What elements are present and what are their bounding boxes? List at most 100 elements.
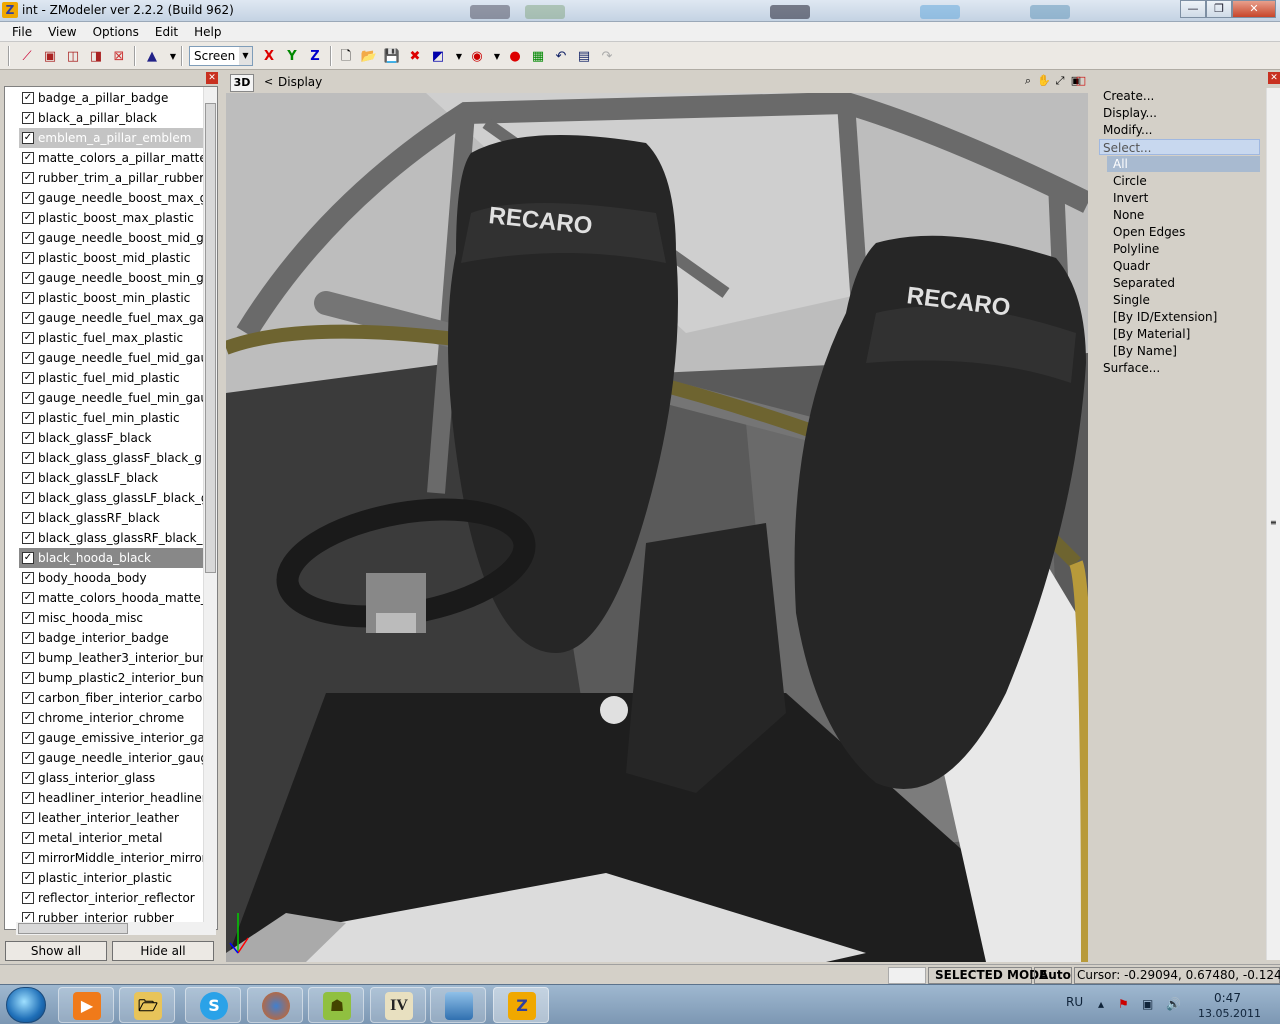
scrollbar-thumb[interactable] <box>205 103 216 573</box>
axis-x-toggle[interactable]: X <box>260 48 278 65</box>
axis-y-toggle[interactable]: Y <box>283 48 301 65</box>
pivot-icon[interactable]: ▲ <box>143 48 161 65</box>
object-row[interactable]: ✓ emblem_a_pillar_emblem <box>19 128 203 148</box>
visibility-checkbox[interactable]: ✓ <box>22 312 34 324</box>
select-option[interactable]: Open Edges <box>1113 224 1185 240</box>
taskbar-app[interactable]: IV <box>370 987 426 1023</box>
visibility-checkbox[interactable]: ✓ <box>22 272 34 284</box>
object-row[interactable]: ✓ gauge_needle_fuel_mid_gauge <box>19 348 203 368</box>
texture-icon[interactable]: ▦ <box>529 48 547 65</box>
taskbar-app[interactable]: S <box>185 987 241 1023</box>
action-center-icon[interactable]: ⚑ <box>1118 997 1129 1011</box>
select-option[interactable]: Invert <box>1113 190 1148 206</box>
tray-chevron-icon[interactable]: ▴ <box>1098 997 1104 1011</box>
command-modify[interactable]: Modify... <box>1103 122 1153 138</box>
hide-all-button[interactable]: Hide all <box>112 941 214 961</box>
visibility-checkbox[interactable]: ✓ <box>22 632 34 644</box>
delete-icon[interactable]: ✖ <box>406 48 424 65</box>
material-icon[interactable]: ◉ <box>468 48 486 65</box>
object-row[interactable]: ✓ reflector_interior_reflector <box>19 888 203 908</box>
taskbar-app[interactable]: ☗ <box>308 987 364 1023</box>
object-row[interactable]: ✓ plastic_fuel_mid_plastic <box>19 368 203 388</box>
menu-view[interactable]: View <box>40 25 84 39</box>
visibility-checkbox[interactable]: ✓ <box>22 652 34 664</box>
polygon-mode-icon[interactable]: ▣ <box>41 48 59 65</box>
redo-icon[interactable]: ↷ <box>598 48 616 65</box>
visibility-checkbox[interactable]: ✓ <box>22 792 34 804</box>
visibility-checkbox[interactable]: ✓ <box>22 212 34 224</box>
menu-help[interactable]: Help <box>186 25 229 39</box>
visibility-checkbox[interactable]: ✓ <box>22 752 34 764</box>
object-row[interactable]: ✓ matte_colors_a_pillar_matte_co <box>19 148 203 168</box>
box-mode-icon[interactable]: ⊠ <box>110 48 128 65</box>
close-button[interactable]: ✕ <box>1232 0 1276 18</box>
volume-icon[interactable]: 🔊 <box>1166 997 1181 1011</box>
object-row[interactable]: ✓ black_glass_glassLF_black_glas <box>19 488 203 508</box>
object-row[interactable]: ✓ black_glassLF_black <box>19 468 203 488</box>
axis-z-toggle[interactable]: Z <box>306 48 324 65</box>
language-indicator[interactable]: RU <box>1066 995 1083 1009</box>
clock-date[interactable]: 13.05.2011 <box>1198 1007 1261 1020</box>
taskbar-app[interactable]: 🗁 <box>119 987 175 1023</box>
minimize-button[interactable]: — <box>1180 0 1206 18</box>
network-icon[interactable]: ▣ <box>1142 997 1153 1011</box>
close-viewport-icon[interactable]: □ <box>1074 74 1088 88</box>
visibility-checkbox[interactable]: ✓ <box>22 892 34 904</box>
chevron-down-icon[interactable]: ▼ <box>488 48 506 65</box>
object-row[interactable]: ✓ gauge_needle_fuel_min_gauge <box>19 388 203 408</box>
command-surface[interactable]: Surface... <box>1103 360 1160 376</box>
object-row[interactable]: ✓ black_glassRF_black <box>19 508 203 528</box>
record-icon[interactable]: ● <box>506 48 524 65</box>
object-row[interactable]: ✓ black_glass_glassRF_black_glas <box>19 528 203 548</box>
save-icon[interactable]: 💾 <box>383 48 401 65</box>
object-row[interactable]: ✓ mirrorMiddle_interior_mirrorM <box>19 848 203 868</box>
object-row[interactable]: ✓ gauge_needle_boost_mid_gauc <box>19 228 203 248</box>
select-option[interactable]: Circle <box>1113 173 1147 189</box>
select-option[interactable]: Separated <box>1113 275 1175 291</box>
visibility-checkbox[interactable]: ✓ <box>22 112 34 124</box>
object-row[interactable]: ✓ matte_colors_hooda_matte_co <box>19 588 203 608</box>
object-row[interactable]: ✓ leather_interior_leather <box>19 808 203 828</box>
visibility-checkbox[interactable]: ✓ <box>22 532 34 544</box>
object-row[interactable]: ✓ badge_a_pillar_badge <box>19 88 203 108</box>
object-row[interactable]: ✓ headliner_interior_headliner <box>19 788 203 808</box>
visibility-checkbox[interactable]: ✓ <box>22 412 34 424</box>
object-row[interactable]: ✓ misc_hooda_misc <box>19 608 203 628</box>
visibility-checkbox[interactable]: ✓ <box>22 432 34 444</box>
object-row[interactable]: ✓ plastic_fuel_max_plastic <box>19 328 203 348</box>
object-row[interactable]: ✓ black_glassF_black <box>19 428 203 448</box>
object-row[interactable]: ✓ plastic_fuel_min_plastic <box>19 408 203 428</box>
visibility-checkbox[interactable]: ✓ <box>22 852 34 864</box>
object-row[interactable]: ✓ black_hooda_black <box>19 548 203 568</box>
visibility-checkbox[interactable]: ✓ <box>22 92 34 104</box>
visibility-checkbox[interactable]: ✓ <box>22 552 34 564</box>
status-auto[interactable]: Auto <box>1034 967 1072 984</box>
object-row[interactable]: ✓ badge_interior_badge <box>19 628 203 648</box>
vertical-scrollbar[interactable] <box>203 87 217 929</box>
object-mode-icon[interactable]: ◫ <box>64 48 82 65</box>
fit-view-icon[interactable]: ⤢ <box>1053 74 1067 88</box>
zmodeler-app-icon[interactable]: Z <box>2 2 18 18</box>
vertex-mode-icon[interactable]: ⟋ <box>18 48 36 65</box>
new-file-icon[interactable]: 🗋 <box>337 48 355 65</box>
visibility-checkbox[interactable]: ✓ <box>22 172 34 184</box>
visibility-checkbox[interactable]: ✓ <box>22 692 34 704</box>
visibility-checkbox[interactable]: ✓ <box>22 152 34 164</box>
object-row[interactable]: ✓ glass_interior_glass <box>19 768 203 788</box>
object-row[interactable]: ✓ gauge_emissive_interior_gauge <box>19 728 203 748</box>
object-row[interactable]: ✓ metal_interior_metal <box>19 828 203 848</box>
visibility-checkbox[interactable]: ✓ <box>22 252 34 264</box>
viewport-3d-tab[interactable]: 3D <box>230 74 254 92</box>
restore-button[interactable]: ❐ <box>1206 0 1232 18</box>
object-row[interactable]: ✓ gauge_needle_interior_gauge_r <box>19 748 203 768</box>
object-list[interactable]: ✓ badge_a_pillar_badge ✓ black_a_pillar_bla… <box>4 86 218 930</box>
object-row[interactable]: ✓ body_hooda_body <box>19 568 203 588</box>
menu-file[interactable]: File <box>4 25 40 39</box>
open-folder-icon[interactable]: 📂 <box>360 48 378 65</box>
visibility-checkbox[interactable]: ✓ <box>22 392 34 404</box>
undo-icon[interactable]: ↶ <box>552 48 570 65</box>
visibility-checkbox[interactable]: ✓ <box>22 712 34 724</box>
select-option[interactable]: Polyline <box>1113 241 1159 257</box>
object-row[interactable]: ✓ carbon_fiber_interior_carbon_f <box>19 688 203 708</box>
taskbar-app[interactable] <box>430 987 486 1023</box>
